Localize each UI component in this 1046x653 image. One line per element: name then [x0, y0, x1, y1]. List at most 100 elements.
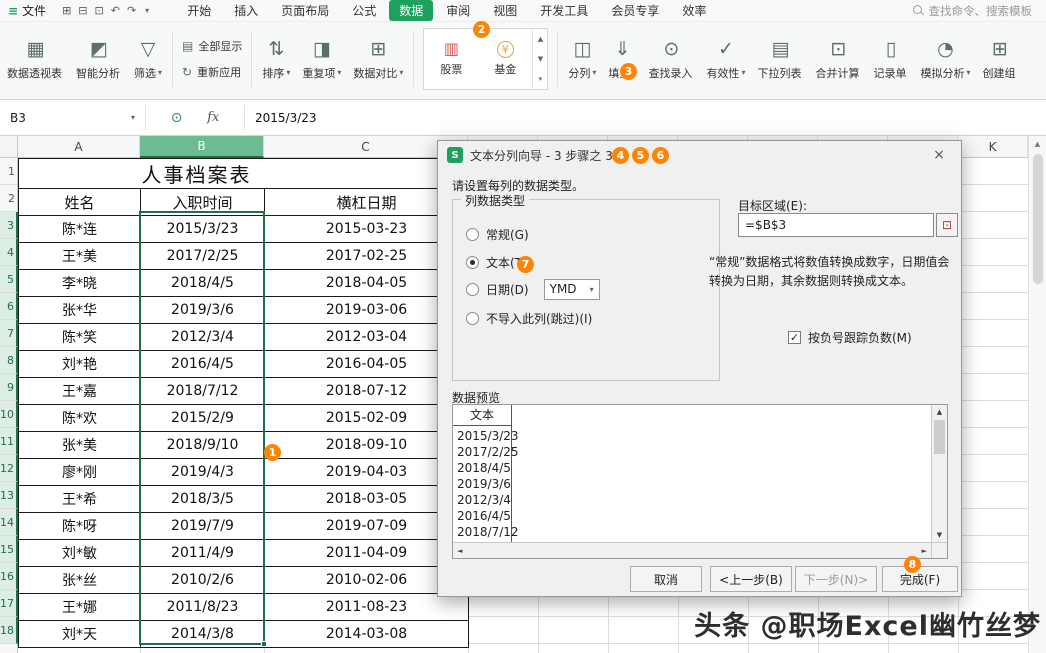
join-date-cell[interactable]: 2018/4/5: [141, 270, 265, 297]
scrollbar-thumb[interactable]: [1033, 154, 1043, 284]
name-cell[interactable]: 王*美: [19, 243, 141, 270]
range-selector-button[interactable]: ⊡: [936, 213, 958, 237]
name-cell[interactable]: 陈*笑: [19, 324, 141, 351]
grid-icon[interactable]: ⊞: [62, 4, 71, 17]
menu-tab[interactable]: 会员专享: [601, 0, 669, 21]
radio-general[interactable]: 常规(G): [466, 226, 529, 242]
join-date-cell[interactable]: 2015/2/9: [141, 405, 265, 432]
name-cell[interactable]: 张*丝: [19, 567, 141, 594]
row-header[interactable]: 8: [0, 347, 18, 374]
row-header[interactable]: 5: [0, 266, 18, 293]
name-cell[interactable]: 王*希: [19, 486, 141, 513]
sheet-vertical-scrollbar[interactable]: ▲: [1028, 136, 1046, 653]
name-cell[interactable]: 陈*呀: [19, 513, 141, 540]
table-title-cell[interactable]: 人事档案表: [19, 159, 469, 189]
join-date-cell[interactable]: 2017/2/25: [141, 243, 265, 270]
join-date-cell[interactable]: 2011/8/23: [141, 594, 265, 621]
scroll-down-icon[interactable]: ▼: [937, 531, 942, 539]
next-step-button[interactable]: 下一步(N)>: [795, 566, 877, 592]
row-header[interactable]: 12: [0, 455, 18, 482]
scroll-right-icon[interactable]: ►: [922, 547, 927, 555]
print-preview-icon[interactable]: ⊡: [95, 4, 104, 17]
join-date-cell[interactable]: 2018/9/10: [141, 432, 265, 459]
file-menu[interactable]: ≡ 文件: [8, 2, 46, 19]
menu-tab[interactable]: 插入: [224, 0, 268, 21]
join-date-cell[interactable]: 2012/3/4: [141, 324, 265, 351]
scrollbar-thumb[interactable]: [934, 420, 945, 454]
gallery-item[interactable]: ¥ 基金: [478, 29, 532, 89]
ribbon-button[interactable]: ⊞ 创建组: [977, 37, 1022, 81]
menu-tab[interactable]: 页面布局: [271, 0, 339, 21]
menu-tab[interactable]: 审阅: [436, 0, 480, 21]
name-cell[interactable]: 陈*连: [19, 216, 141, 243]
join-date-cell[interactable]: 2016/4/5: [141, 351, 265, 378]
radio-date[interactable]: 日期(D) YMD ▾: [466, 281, 600, 297]
preview-horizontal-scrollbar[interactable]: ◄ ►: [453, 542, 931, 558]
menu-tab[interactable]: 开发工具: [530, 0, 598, 21]
ribbon-button[interactable]: ⊙ 查找录入: [643, 37, 699, 81]
name-cell[interactable]: 王*嘉: [19, 378, 141, 405]
insert-function-icon[interactable]: fx: [207, 110, 219, 125]
name-cell[interactable]: 陈*欢: [19, 405, 141, 432]
column-header-b[interactable]: B: [140, 136, 264, 158]
ribbon-button[interactable]: ◔ 模拟分析▾: [915, 37, 975, 81]
ribbon-button[interactable]: ▽ 筛选▾: [129, 37, 167, 81]
column-header-k[interactable]: K: [958, 136, 1028, 158]
join-date-cell[interactable]: 2015/3/23: [141, 216, 265, 243]
join-date-cell[interactable]: 2010/2/6: [141, 567, 265, 594]
name-cell[interactable]: 李*晓: [19, 270, 141, 297]
ribbon-button[interactable]: ⇅ 排序▾: [257, 37, 295, 81]
menu-tab[interactable]: 效率: [672, 0, 716, 21]
join-date-cell[interactable]: 2014/3/8: [141, 621, 265, 648]
join-date-cell[interactable]: 2019/3/6: [141, 297, 265, 324]
dash-date-cell[interactable]: 2011-08-23: [265, 594, 469, 621]
search-function-icon[interactable]: ⊙: [171, 110, 183, 126]
scroll-down-icon[interactable]: ▼: [538, 55, 543, 63]
name-cell[interactable]: 张*华: [19, 297, 141, 324]
chevron-down-icon[interactable]: ▾: [145, 6, 149, 15]
name-cell[interactable]: 刘*天: [19, 621, 141, 648]
scroll-up-icon[interactable]: ▲: [937, 408, 942, 416]
trail-minus-checkbox[interactable]: ✓ 按负号跟踪负数(M): [788, 329, 912, 346]
ribbon-button[interactable]: ◫ 分列▾: [563, 37, 601, 81]
ribbon-button[interactable]: ◩ 智能分析: [71, 37, 127, 81]
ribbon-button[interactable]: ✓ 有效性▾: [701, 37, 750, 81]
row-header[interactable]: 11: [0, 428, 18, 455]
ribbon-button[interactable]: ⊡ 合并计算: [810, 37, 866, 81]
ribbon-button[interactable]: ▯ 记录单: [868, 37, 913, 81]
name-cell[interactable]: 张*美: [19, 432, 141, 459]
row-header[interactable]: 9: [0, 374, 18, 401]
name-cell[interactable]: 刘*艳: [19, 351, 141, 378]
row-header[interactable]: 13: [0, 482, 18, 509]
header-cell-join-date[interactable]: 入职时间: [141, 189, 265, 216]
row-header[interactable]: 10: [0, 401, 18, 428]
join-date-cell[interactable]: 2018/3/5: [141, 486, 265, 513]
select-all-corner[interactable]: [0, 136, 18, 158]
row-header[interactable]: 4: [0, 239, 18, 266]
name-box[interactable]: B3 ▾: [0, 100, 145, 135]
dialog-titlebar[interactable]: S 文本分列向导 - 3 步骤之 3 ×: [438, 141, 961, 169]
ribbon-button[interactable]: ◨ 重复项▾: [297, 37, 346, 81]
row-header[interactable]: 14: [0, 509, 18, 536]
menu-tab[interactable]: 开始: [177, 0, 221, 21]
ribbon-button[interactable]: ⊞ 数据对比▾: [348, 37, 408, 81]
join-date-cell[interactable]: 2019/4/3: [141, 459, 265, 486]
row-header[interactable]: 15: [0, 536, 18, 563]
radio-skip-column[interactable]: 不导入此列(跳过)(I): [466, 310, 592, 326]
gallery-scroll-arrows[interactable]: ▲ ▼ ▾: [532, 29, 547, 89]
finish-button[interactable]: 完成(F): [882, 566, 958, 592]
chevron-down-icon[interactable]: ▾: [131, 113, 135, 122]
name-cell[interactable]: 王*娜: [19, 594, 141, 621]
close-icon[interactable]: ×: [926, 147, 952, 163]
row-header[interactable]: 3: [0, 212, 18, 239]
ribbon-button[interactable]: ▤ 下拉列表: [752, 37, 808, 81]
ribbon-button[interactable]: ▦ 数据透视表: [2, 37, 69, 81]
gallery-item[interactable]: ▥ 股票: [424, 29, 478, 89]
previous-step-button[interactable]: <上一步(B): [710, 566, 792, 592]
date-format-select[interactable]: YMD ▾: [544, 279, 600, 300]
reapply-button[interactable]: ↻ 重新应用: [182, 64, 242, 80]
menu-tab[interactable]: 公式: [342, 0, 386, 21]
row-header[interactable]: 1: [0, 158, 18, 185]
redo-icon[interactable]: ↷: [127, 4, 136, 17]
undo-icon[interactable]: ↶: [111, 4, 120, 17]
